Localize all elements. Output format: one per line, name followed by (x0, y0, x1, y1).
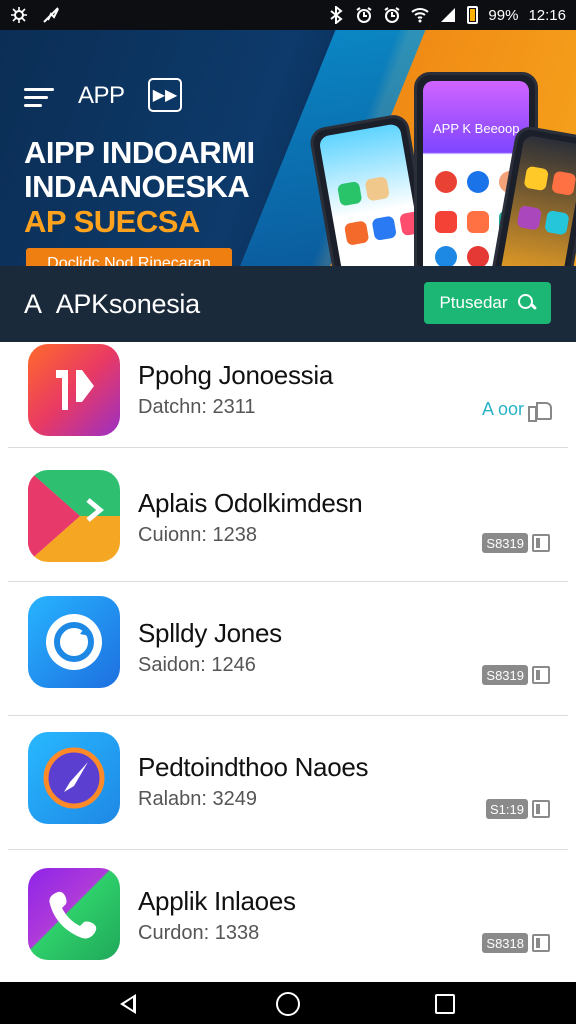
download-badge[interactable]: S8319 (482, 532, 550, 554)
phone-icon (28, 868, 120, 960)
bluetooth-icon (327, 4, 345, 26)
app-name: Aplais Odolkimdesn (138, 488, 363, 518)
app-subtitle: Saidon: 1246 (138, 654, 256, 676)
settings-icon (10, 6, 28, 24)
home-icon[interactable] (276, 992, 300, 1016)
search-button-label: Ptusedar (439, 293, 508, 312)
thumbs-up-icon (528, 399, 552, 422)
alarm-icon (355, 6, 373, 24)
section-title-prefix: A (24, 288, 42, 319)
app-subtitle: Curdon: 1338 (138, 922, 260, 944)
navigation-bar (0, 982, 576, 1024)
alarm-icon-2 (383, 6, 401, 24)
banner-app-label: APP (78, 82, 125, 109)
tab-icon (532, 534, 550, 552)
sync-icon (28, 596, 120, 688)
play-store-icon (28, 470, 120, 562)
app-k-icon (28, 344, 120, 436)
back-icon[interactable] (120, 994, 136, 1014)
download-badge[interactable]: S1:19 (486, 798, 550, 820)
tab-icon (532, 934, 550, 952)
cell-signal-icon (439, 6, 457, 24)
banner-headline-3: AP SUECSA (24, 204, 200, 239)
menu-icon[interactable] (24, 88, 54, 112)
app-logo-icon: ▶▶ (148, 78, 182, 112)
battery-icon (467, 6, 479, 24)
app-name: Pedtoindthoo Naoes (138, 752, 369, 782)
battery-percent: 99% (488, 6, 519, 24)
tab-icon (532, 800, 550, 818)
app-list: Ppohg Jonoessia Datchn: 2311 A oor Aplai… (8, 342, 568, 982)
app-name: Ppohg Jonoessia (138, 360, 333, 390)
download-badge[interactable]: S8318 (482, 932, 550, 954)
section-title: APKsonesia (55, 288, 200, 319)
app-subtitle: Cuionn: 1238 (138, 524, 257, 546)
badge-label: S8319 (482, 533, 528, 553)
rating-text: A oor (481, 398, 524, 419)
list-item[interactable]: Ppohg Jonoessia Datchn: 2311 A oor (8, 342, 568, 448)
badge-label: S1:19 (486, 799, 528, 819)
promo-banner[interactable]: APP ▶▶ AIPP INDOARMI INDAANOESKA AP SUEC… (0, 30, 576, 266)
banner-headline-2: INDAANOESKA (24, 169, 250, 204)
app-name: Splldy Jones (138, 618, 282, 648)
badge-label: S8318 (482, 933, 528, 953)
download-badge[interactable]: S8319 (482, 664, 550, 686)
recents-icon[interactable] (435, 994, 455, 1014)
wifi-icon (411, 6, 430, 24)
search-icon (517, 294, 536, 312)
status-bar: 99% 12:16 (0, 0, 576, 30)
section-header: A APKsonesia Ptusedar (0, 266, 576, 342)
compass-icon (28, 732, 120, 824)
banner-headline-1: AIPP INDOARMI (24, 135, 255, 170)
banner-cta-button[interactable]: Doclidc Nod Rinecaran (26, 248, 232, 266)
list-item[interactable]: Aplais Odolkimdesn Cuionn: 1238 S8319 (8, 448, 568, 582)
tab-icon (532, 666, 550, 684)
signal-mute-icon (42, 6, 60, 24)
app-name: Applik Inlaoes (138, 886, 296, 916)
clock: 12:16 (528, 6, 566, 24)
app-subtitle: Ralabn: 3249 (138, 788, 257, 810)
search-button[interactable]: Ptusedar (424, 282, 551, 324)
list-item[interactable]: Pedtoindthoo Naoes Ralabn: 3249 S1:19 (8, 716, 568, 850)
rating-badge[interactable]: A oor (481, 398, 552, 422)
app-subtitle: Datchn: 2311 (138, 396, 256, 418)
list-item[interactable]: Applik Inlaoes Curdon: 1338 S8318 (8, 850, 568, 982)
badge-label: S8319 (482, 665, 528, 685)
phone-title: APP K Beeoop (433, 121, 520, 136)
list-item[interactable]: Splldy Jones Saidon: 1246 S8319 (8, 582, 568, 716)
